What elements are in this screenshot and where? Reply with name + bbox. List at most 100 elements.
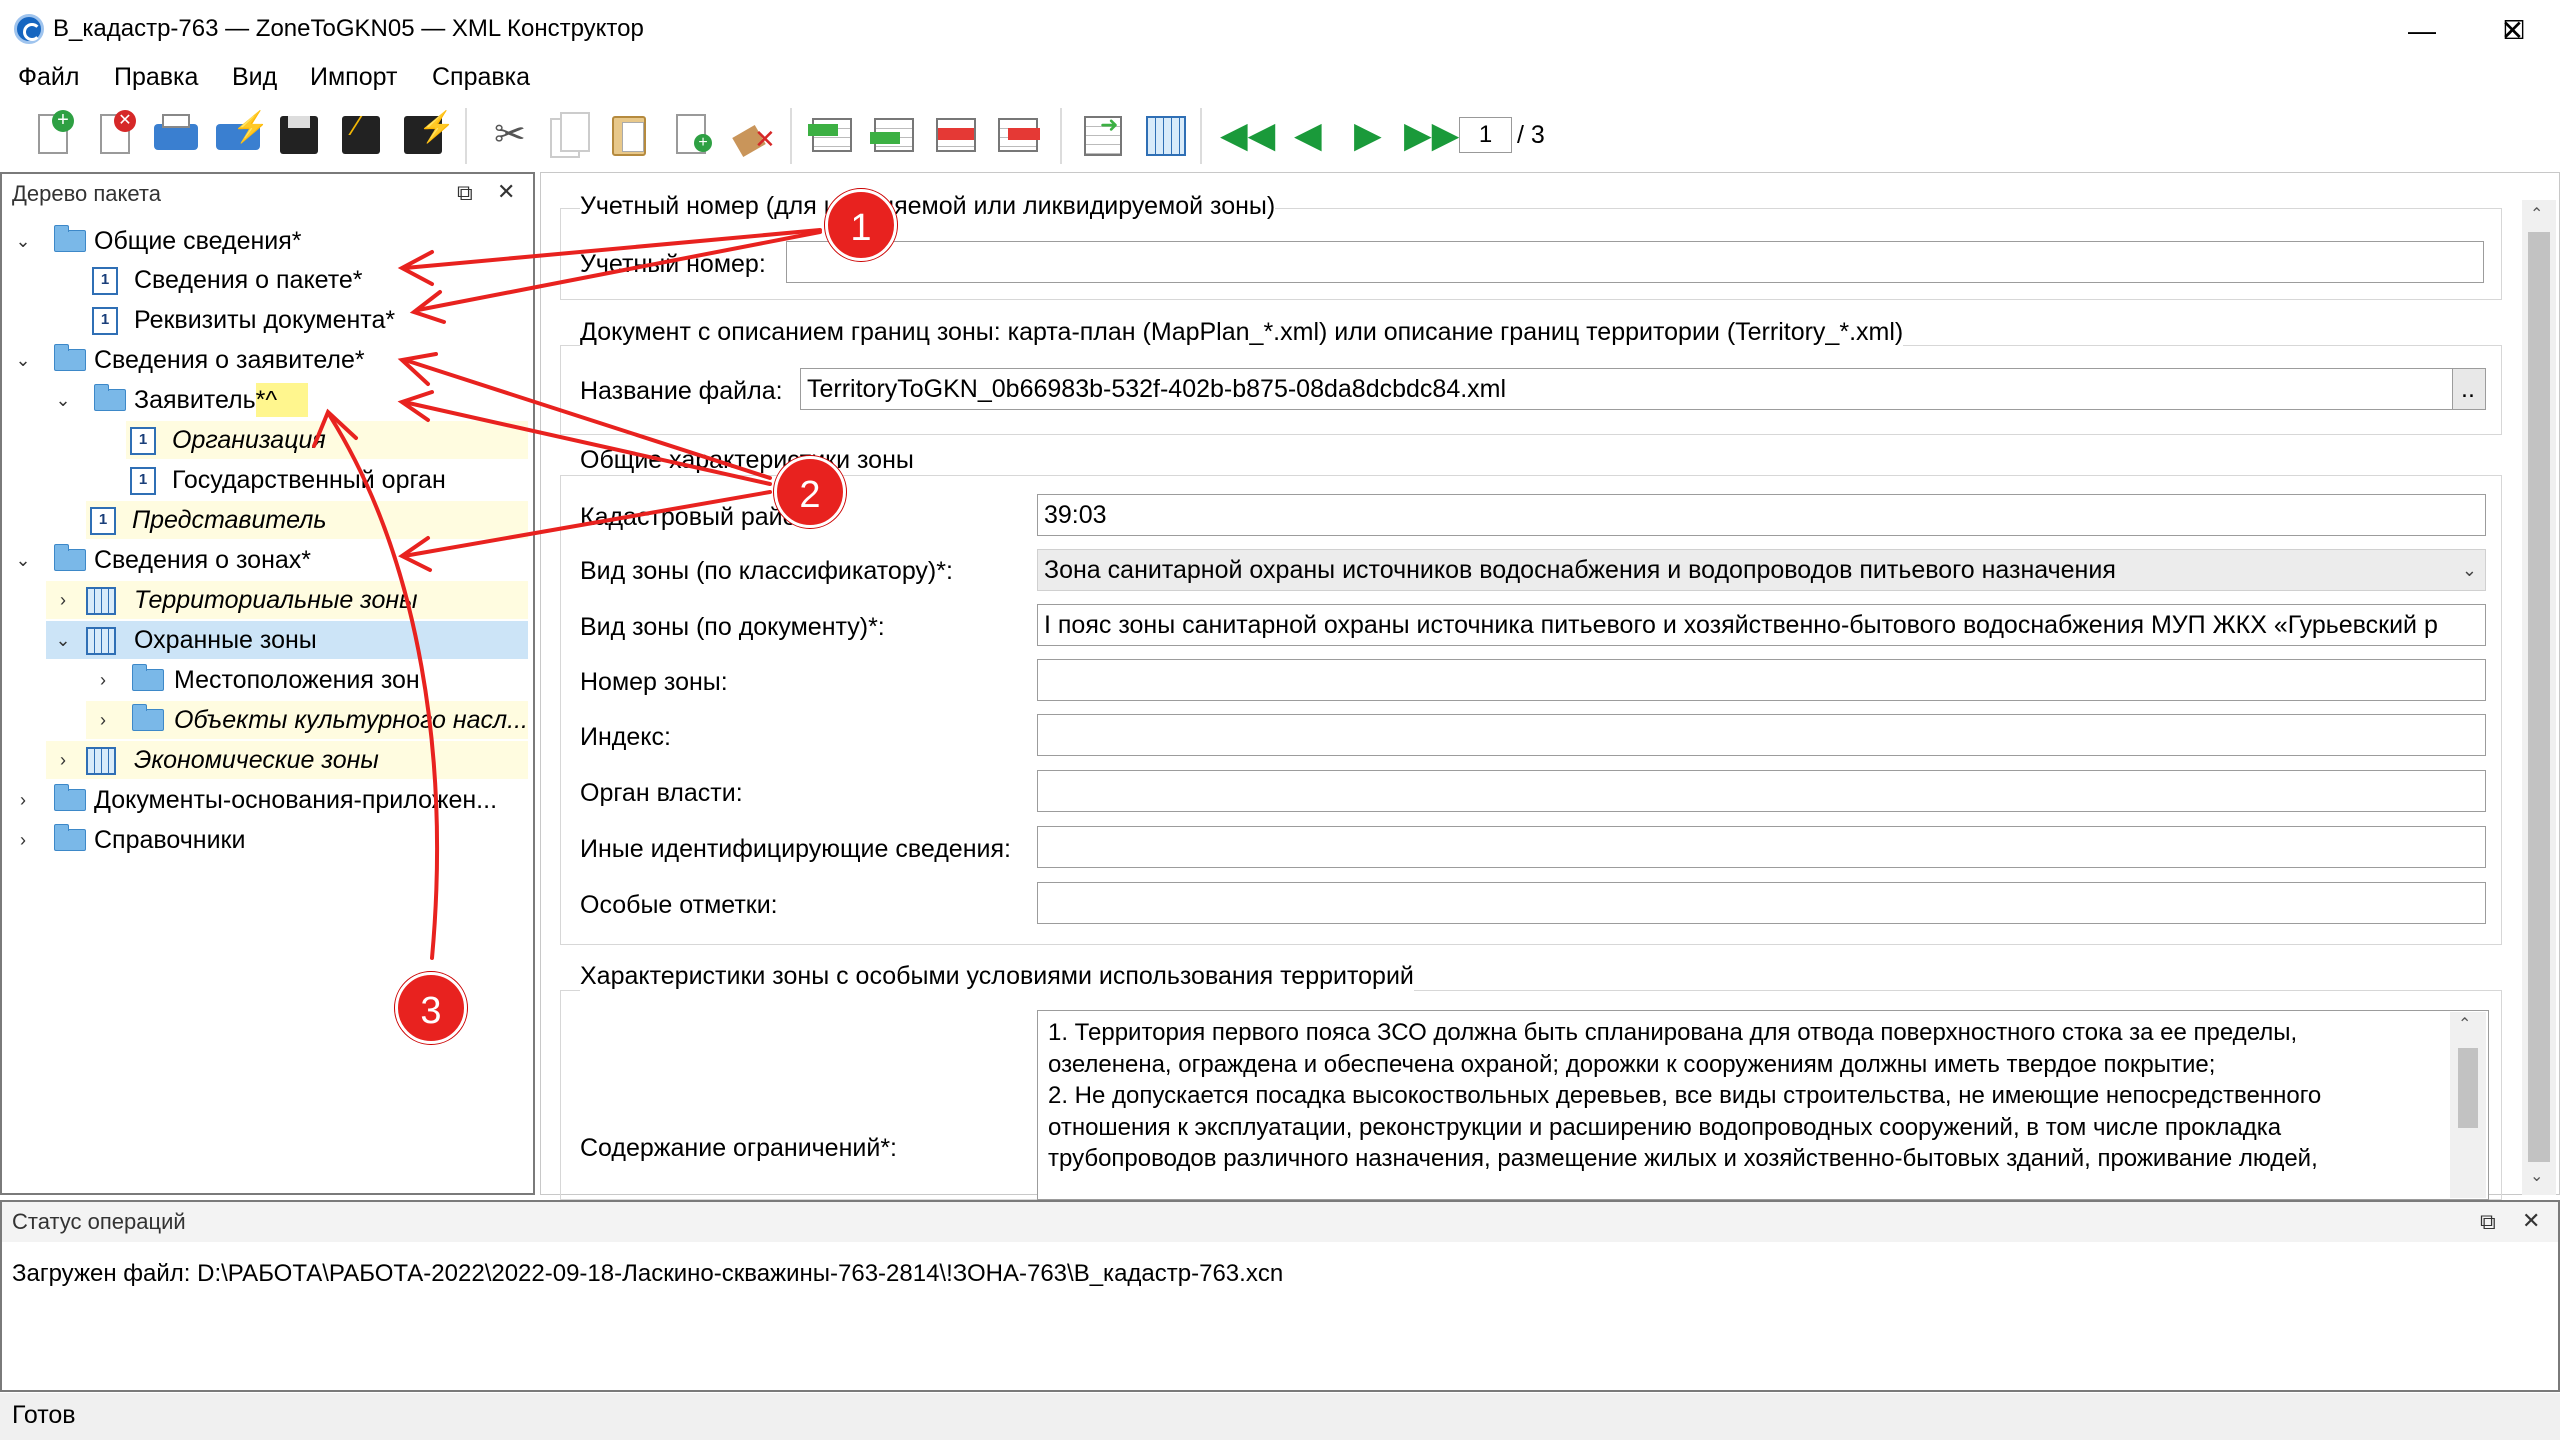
tree-item-label: Реквизиты документа* xyxy=(134,306,396,334)
tree-item-gov-body[interactable]: 1 Государственный орган xyxy=(126,461,528,499)
status-panel: Статус операций ⧉ ✕ Загружен файл: D:\РА… xyxy=(0,1200,2560,1392)
chevron-right-icon[interactable]: › xyxy=(92,701,114,739)
save-icon[interactable] xyxy=(276,110,322,160)
authority-input[interactable] xyxy=(1037,770,2486,812)
chevron-right-icon[interactable]: › xyxy=(92,661,114,699)
print-icon[interactable] xyxy=(152,110,198,160)
menu-view[interactable]: Вид xyxy=(232,63,277,92)
copy-icon[interactable] xyxy=(546,110,592,160)
page-number-input[interactable]: 1 xyxy=(1459,117,1512,153)
insert-row-before-icon[interactable] xyxy=(808,110,854,160)
status-bar: Готов xyxy=(0,1393,2560,1440)
doc-icon: 1 xyxy=(90,507,116,535)
last-icon[interactable]: ▶▶ xyxy=(1402,110,1459,160)
menu-edit[interactable]: Правка xyxy=(114,63,198,92)
tree-item-protection-zones[interactable]: ⌄ Охранные зоны xyxy=(46,621,528,659)
tree-item-applicant-info[interactable]: ⌄ Сведения о заявителе* xyxy=(8,341,528,379)
first-icon[interactable]: ◀◀ xyxy=(1218,110,1275,160)
menu-help[interactable]: Справка xyxy=(432,63,530,92)
zone-number-input[interactable] xyxy=(1037,659,2486,701)
menu-import[interactable]: Импорт xyxy=(310,63,397,92)
tree-item-label: Местоположения зон xyxy=(174,666,420,694)
index-input[interactable] xyxy=(1037,714,2486,756)
tree-item-base-docs[interactable]: › Документы-основания-приложен... xyxy=(8,781,528,819)
validate-icon[interactable]: ⚡ xyxy=(214,110,269,160)
chevron-down-icon[interactable]: ⌄ xyxy=(12,222,34,260)
paste-new-icon[interactable]: + xyxy=(668,110,714,160)
folder-icon xyxy=(54,824,86,851)
tree-item-package-info[interactable]: 1 Сведения о пакете* xyxy=(8,261,528,299)
cad-district-input[interactable]: 39:03 xyxy=(1037,494,2486,536)
tree-item-references[interactable]: › Справочники xyxy=(8,821,528,859)
cad-district-label: Кадастровый район xyxy=(580,503,811,531)
restrictions-line: 1. Территория первого пояса ЗСО должна б… xyxy=(1048,1019,2298,1046)
zone-kind-value: Зона санитарной охраны источников водосн… xyxy=(1044,556,2116,584)
tree-item-doc-details[interactable]: 1 Реквизиты документа* xyxy=(8,301,528,339)
zone-doc-input[interactable]: I пояс зоны санитарной охраны источника … xyxy=(1037,604,2486,646)
prev-icon[interactable]: ◀ xyxy=(1282,110,1328,160)
folder-open-icon xyxy=(54,544,86,571)
restrictions-textarea[interactable]: 1. Территория первого пояса ЗСО должна б… xyxy=(1037,1010,2489,1200)
chevron-right-icon[interactable]: › xyxy=(52,741,74,779)
tree-item-label: Сведения о заявителе* xyxy=(94,346,365,374)
chevron-down-icon[interactable]: ⌄ xyxy=(52,381,74,419)
tree-item-applicant[interactable]: ⌄ Заявитель*^ xyxy=(8,381,528,419)
menu-file[interactable]: Файл xyxy=(18,63,79,92)
table-icon[interactable] xyxy=(1142,110,1188,160)
delete-doc-icon[interactable]: ✕ xyxy=(92,110,138,160)
restrictions-scrollbar[interactable]: ⌃ xyxy=(2450,1012,2486,1198)
tree-item-label: Общие сведения* xyxy=(94,227,302,255)
chevron-right-icon[interactable]: › xyxy=(12,781,34,819)
tree-item-zone-locations[interactable]: › Местоположения зон xyxy=(86,661,528,699)
minimize-button[interactable]: — xyxy=(2376,0,2468,61)
annotation-badge-3: 3 xyxy=(395,972,467,1044)
delete-row-icon[interactable] xyxy=(932,110,978,160)
close-panel-icon[interactable]: ✕ xyxy=(2522,1208,2540,1234)
app-icon xyxy=(14,14,44,44)
float-panel-icon[interactable]: ⧉ xyxy=(457,180,473,206)
save-sign-icon[interactable]: ⚡ xyxy=(400,110,455,160)
export-icon[interactable]: ➜ xyxy=(1080,110,1126,160)
chevron-right-icon[interactable]: › xyxy=(52,581,74,619)
chevron-down-icon[interactable]: ⌄ xyxy=(12,541,34,579)
clear-icon[interactable]: ✕ xyxy=(730,110,776,160)
folder-icon xyxy=(54,784,86,811)
folder-open-icon xyxy=(132,664,164,691)
next-icon[interactable]: ▶ xyxy=(1342,110,1388,160)
tree-item-territorial-zones[interactable]: › Территориальные зоны xyxy=(46,581,528,619)
account-number-input[interactable] xyxy=(786,241,2484,283)
float-panel-icon[interactable]: ⧉ xyxy=(2480,1209,2496,1235)
chevron-down-icon: ⌄ xyxy=(2461,560,2477,580)
status-message: Загружен файл: D:\РАБОТА\РАБОТА-2022\202… xyxy=(12,1260,1284,1287)
zone-kind-select[interactable]: Зона санитарной охраны источников водосн… xyxy=(1037,549,2486,591)
form-scrollbar[interactable]: ⌃ ⌄ xyxy=(2522,200,2556,1195)
close-button[interactable]: ✕ xyxy=(2465,0,2560,61)
browse-button[interactable]: .. xyxy=(2452,368,2486,410)
notes-input[interactable] xyxy=(1037,882,2486,924)
chevron-down-icon[interactable]: ⌄ xyxy=(52,621,74,659)
restrictions-line: 2. Не допускается посадка высокоствольны… xyxy=(1048,1082,2322,1109)
cut-icon[interactable]: ✂ xyxy=(486,110,532,160)
folder-open-icon xyxy=(132,704,164,731)
tree-item-organization[interactable]: 1 Организация xyxy=(126,421,528,459)
tree-item-economic-zones[interactable]: › Экономические зоны xyxy=(46,741,528,779)
save-as-icon[interactable]: ⁄ xyxy=(338,110,384,160)
tree-item-zones-info[interactable]: ⌄ Сведения о зонах* xyxy=(8,541,528,579)
paste-icon[interactable] xyxy=(606,110,652,160)
tree-item-heritage-objects[interactable]: › Объекты культурного насл... xyxy=(86,701,528,739)
zone-characteristics-title: Общие характеристики зоны xyxy=(580,446,914,475)
account-number-label: Учетный номер: xyxy=(580,250,766,278)
zone-number-label: Номер зоны: xyxy=(580,668,728,696)
tree-item-general[interactable]: ⌄ Общие сведения* xyxy=(8,222,528,260)
tree-item-representative[interactable]: 1 Представитель xyxy=(86,501,528,539)
other-info-input[interactable] xyxy=(1037,826,2486,868)
chevron-down-icon[interactable]: ⌄ xyxy=(12,341,34,379)
folder-open-icon xyxy=(94,384,126,411)
zone-kind-label: Вид зоны (по классификатору)*: xyxy=(580,557,953,585)
new-doc-icon[interactable]: + xyxy=(30,110,76,160)
chevron-right-icon[interactable]: › xyxy=(12,821,34,859)
close-panel-icon[interactable]: ✕ xyxy=(497,179,515,205)
insert-row-after-icon[interactable] xyxy=(870,110,916,160)
move-row-icon[interactable] xyxy=(994,110,1040,160)
file-name-input[interactable]: TerritoryToGKN_0b66983b-532f-402b-b875-0… xyxy=(800,368,2460,410)
